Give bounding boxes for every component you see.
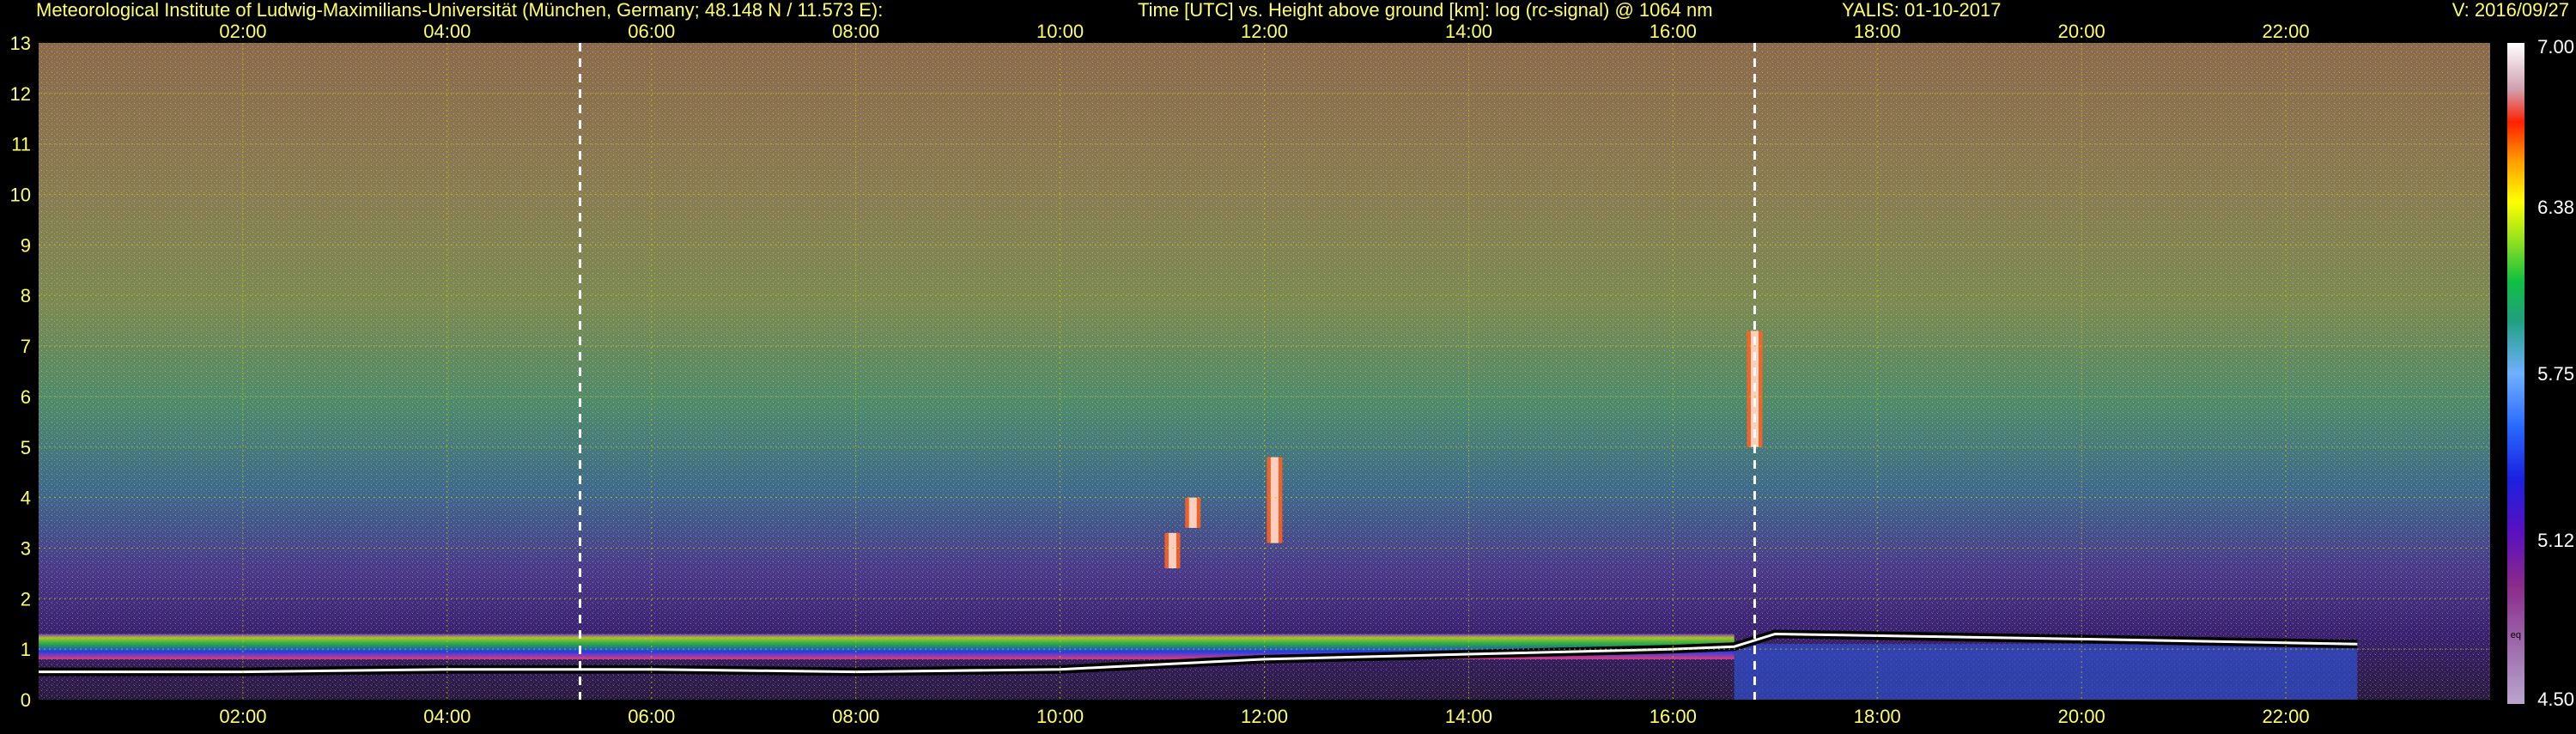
y-tick-label: 5 (21, 437, 31, 458)
y-tick-label: 11 (11, 134, 31, 155)
x-tick-label-bottom: 02:00 (219, 706, 266, 727)
colorbar-tick-label: 7.00 (2537, 36, 2574, 58)
cloud-core (1270, 457, 1279, 543)
x-tick-label-bottom: 20:00 (2058, 706, 2105, 727)
y-tick-label: 8 (21, 285, 31, 306)
plot-area (39, 43, 2490, 700)
y-tick-label: 7 (21, 336, 31, 357)
lidar-chart: Meteorological Institute of Ludwig-Maxim… (10, 0, 2574, 727)
y-tick-label: 13 (10, 33, 31, 54)
x-tick-labels-top: 02:00 04:00 06:00 08:00 10:00 12:00 14:00 16:00… (219, 21, 2309, 42)
lidar-quicklook: Meteorological Institute of Ludwig-Maxim… (0, 0, 2576, 730)
institute-title: Meteorological Institute of Ludwig-Maxim… (36, 0, 883, 21)
x-tick-label-top: 02:00 (219, 21, 266, 42)
station-date: YALIS: 01-10-2017 (1842, 0, 2002, 21)
x-tick-labels-bottom: 02:00 04:00 06:00 08:00 10:00 12:00 14:00 16:00… (219, 706, 2309, 727)
x-tick-label-top: 04:00 (423, 21, 471, 42)
y-tick-label: 0 (21, 689, 31, 711)
residual-layer (1734, 644, 2358, 700)
x-tick-label-top: 14:00 (1445, 21, 1492, 42)
x-tick-label-top: 22:00 (2263, 21, 2310, 42)
y-tick-label: 12 (10, 83, 31, 105)
x-tick-label-top: 12:00 (1241, 21, 1288, 42)
colorbar-tick-label: 4.50 (2537, 689, 2574, 710)
x-tick-label-bottom: 04:00 (423, 706, 471, 727)
colorbar-gradient (2507, 43, 2524, 704)
colorbar-tick-labels: 4.50 5.12 5.75 6.38 7.00 (2537, 36, 2574, 710)
x-tick-label-bottom: 18:00 (1854, 706, 1901, 727)
y-tick-label: 2 (21, 588, 31, 610)
colorbar-tick-label: 5.12 (2537, 530, 2574, 551)
y-tick-label: 6 (21, 386, 31, 408)
y-tick-label: 10 (10, 185, 31, 206)
y-tick-label: 1 (21, 639, 31, 660)
colorbar-small-label: eq (2511, 630, 2521, 640)
x-tick-label-bottom: 16:00 (1649, 706, 1697, 727)
x-tick-label-bottom: 08:00 (832, 706, 879, 727)
x-tick-label-top: 06:00 (628, 21, 675, 42)
colorbar-tick-label: 6.38 (2537, 197, 2574, 218)
cloud-core (1188, 497, 1197, 528)
x-tick-label-bottom: 10:00 (1036, 706, 1084, 727)
plot-description: Time [UTC] vs. Height above ground [km]:… (1138, 0, 1713, 21)
colorbar-tick-label: 5.75 (2537, 363, 2574, 385)
y-tick-labels: 012345678910111213 (10, 33, 31, 711)
x-tick-label-bottom: 06:00 (628, 706, 675, 727)
y-tick-label: 4 (21, 488, 31, 509)
x-tick-label-bottom: 22:00 (2263, 706, 2310, 727)
cloud-core (1168, 532, 1176, 568)
x-tick-label-top: 18:00 (1854, 21, 1901, 42)
x-tick-label-bottom: 12:00 (1241, 706, 1288, 727)
y-tick-label: 9 (21, 234, 31, 256)
colorbar: 4.50 5.12 5.75 6.38 7.00 eq (2507, 36, 2574, 710)
x-tick-label-top: 20:00 (2058, 21, 2105, 42)
x-tick-label-bottom: 14:00 (1445, 706, 1492, 727)
x-tick-label-top: 10:00 (1036, 21, 1084, 42)
x-tick-label-top: 16:00 (1649, 21, 1697, 42)
version-label: V: 2016/09/27 (2452, 0, 2569, 21)
y-tick-label: 3 (21, 537, 31, 559)
x-tick-label-top: 08:00 (832, 21, 879, 42)
